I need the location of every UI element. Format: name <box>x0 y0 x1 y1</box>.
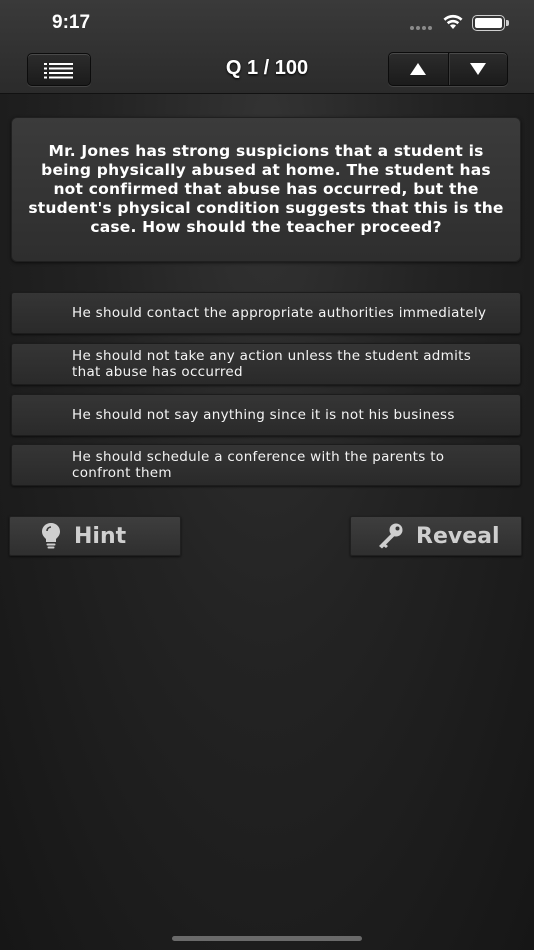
previous-question-button[interactable] <box>389 53 449 85</box>
wifi-icon <box>443 14 463 29</box>
answer-text: He should schedule a conference with the… <box>72 449 445 481</box>
home-indicator[interactable] <box>172 936 362 941</box>
arrow-down-icon <box>469 63 486 75</box>
battery-icon <box>472 15 509 31</box>
top-bar: 9:17 Q 1 / 100 <box>0 0 534 94</box>
answer-text: He should contact the appropriate author… <box>72 305 487 321</box>
arrow-up-icon <box>410 63 427 75</box>
hint-label: Hint <box>74 523 127 549</box>
answer-text: He should not take any action unless the… <box>72 348 472 380</box>
question-text: Mr. Jones has strong suspicions that a s… <box>28 142 504 236</box>
next-question-button[interactable] <box>449 53 508 85</box>
cellular-signal-icon <box>410 26 432 30</box>
answer-option[interactable]: He should not take any action unless the… <box>11 343 521 385</box>
question-card: Mr. Jones has strong suspicions that a s… <box>11 117 521 262</box>
answer-option[interactable]: He should not say anything since it is n… <box>11 394 521 436</box>
lightbulb-icon <box>42 523 60 549</box>
answer-option[interactable]: He should schedule a conference with the… <box>11 444 521 486</box>
answer-option[interactable]: He should contact the appropriate author… <box>11 292 521 334</box>
answer-text: He should not say anything since it is n… <box>72 407 455 423</box>
status-time: 9:17 <box>52 12 91 33</box>
hint-button[interactable]: Hint <box>9 516 181 556</box>
key-icon <box>379 523 403 549</box>
reveal-button[interactable]: Reveal <box>350 516 522 556</box>
screen: 9:17 Q 1 / 100 Mr. Jones has strong susp… <box>0 0 534 950</box>
reveal-label: Reveal <box>416 523 500 549</box>
question-navigation <box>388 52 508 86</box>
